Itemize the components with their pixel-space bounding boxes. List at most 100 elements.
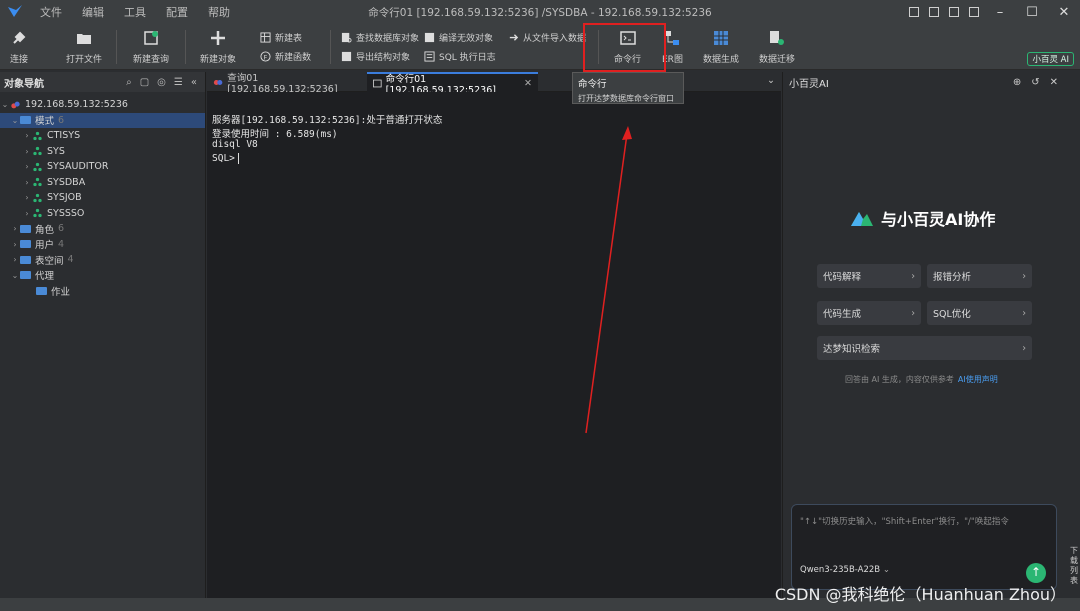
tree-node-schema-item[interactable]: › SYSJOB	[0, 190, 205, 206]
close-icon[interactable]: ✕	[1050, 77, 1058, 88]
console-line: 登录使用时间 : 6.589(ms)	[212, 128, 338, 140]
model-selector[interactable]: Qwen3-235B-A22B ⌄	[800, 565, 890, 575]
menu-edit[interactable]: 编辑	[82, 4, 104, 20]
tab-cmd[interactable]: 命令行01 [192.168.59.132:5236] ✕	[367, 72, 538, 96]
compile-invalid-button[interactable]: 编译无效对象	[424, 31, 493, 44]
tab-query[interactable]: 查询01 [192.168.59.132:5236]	[207, 72, 367, 95]
chevron-right-icon[interactable]: ›	[22, 147, 32, 156]
object-tree: ⌄ 192.168.59.132:5236 ⌄ 模式 6 › CTISYS › …	[0, 92, 205, 299]
new-query-button[interactable]: 新建查询	[133, 30, 169, 65]
download-list-tab[interactable]: 下载列表	[1069, 546, 1079, 586]
tree-node-schema-item[interactable]: › SYSDBA	[0, 175, 205, 191]
import-from-file-label: 从文件导入数据	[523, 34, 587, 44]
schema-item-label: SYSJOB	[47, 192, 82, 204]
chevron-right-icon[interactable]: ›	[10, 240, 20, 249]
tabs-overflow-icon[interactable]: ⌄	[767, 75, 775, 86]
ai-collab-label: 与小百灵AI协作	[881, 210, 996, 229]
toolbar: 连接 打开文件 新建查询 新建对象 新建表 F 新建函数 查找数据库对象 导出结…	[0, 24, 1080, 70]
compile-invalid-label: 编译无效对象	[439, 34, 494, 44]
ai-disclaimer: 回答由 AI 生成，内容仅供参考 AI使用声明	[845, 374, 998, 385]
find-db-object-button[interactable]: 查找数据库对象	[341, 31, 419, 44]
tree-node-server[interactable]: ⌄ 192.168.59.132:5236	[0, 97, 205, 113]
new-function-button[interactable]: F 新建函数	[260, 50, 311, 63]
ai-usage-link[interactable]: AI使用声明	[958, 375, 998, 384]
chevron-right-icon[interactable]: ›	[22, 162, 32, 171]
highlight-box	[583, 23, 666, 72]
tree-node-schema-item[interactable]: › SYS	[0, 144, 205, 160]
layout-toggle-icon[interactable]	[969, 7, 979, 17]
new-table-button[interactable]: 新建表	[260, 31, 302, 44]
tree-node-schema-item[interactable]: › SYSAUDITOR	[0, 159, 205, 175]
code-gen-button[interactable]: 代码生成 ›	[817, 301, 921, 325]
minimize-button[interactable]: –	[984, 5, 1016, 20]
chevron-right-icon[interactable]: ›	[10, 224, 20, 233]
console-prompt: SQL>	[212, 152, 235, 164]
tree-node-job[interactable]: 作业	[0, 283, 205, 299]
chevron-down-icon[interactable]: ⌄	[10, 271, 20, 280]
chevron-right-icon: ›	[1022, 342, 1026, 354]
layout-toggle-icon[interactable]	[909, 7, 919, 17]
menu-help[interactable]: 帮助	[208, 4, 230, 20]
folder-icon	[20, 224, 31, 233]
new-chat-icon[interactable]: ⊕	[1013, 77, 1021, 88]
text-cursor	[237, 152, 239, 164]
data-migration-label: 数据迁移	[759, 55, 796, 65]
maximize-button[interactable]: ☐	[1016, 5, 1048, 20]
history-icon[interactable]: ↺	[1031, 77, 1039, 88]
ai-panel-title: 小百灵AI	[789, 78, 829, 90]
menu-config[interactable]: 配置	[166, 4, 188, 20]
chevron-down-icon: ⌄	[882, 565, 890, 575]
knowledge-search-button[interactable]: 达梦知识检索 ›	[817, 336, 1032, 360]
chevron-down-icon[interactable]: ⌄	[0, 100, 10, 109]
chevron-right-icon[interactable]: ›	[22, 131, 32, 140]
server-label: 192.168.59.132:5236	[25, 99, 128, 111]
search-db-icon	[341, 32, 352, 43]
command-line-console[interactable]: 服务器[192.168.59.132:5236]:处于普通打开状态 登录使用时间…	[207, 92, 781, 598]
connect-button[interactable]: 连接	[10, 30, 28, 65]
tree-node-schema-item[interactable]: › CTISYS	[0, 128, 205, 144]
send-button[interactable]: ↑	[1026, 563, 1046, 583]
layout-toggle-icon[interactable]	[949, 7, 959, 17]
ai-assistant-badge[interactable]: 小百灵 AI	[1027, 52, 1074, 66]
menu-file[interactable]: 文件	[40, 4, 62, 20]
data-migration-button[interactable]: 数据迁移	[759, 30, 795, 65]
tree-node-users[interactable]: › 用户 4	[0, 237, 205, 253]
ai-badge-label: 小百灵 AI	[1032, 55, 1069, 65]
tree-node-agent[interactable]: ⌄ 代理	[0, 268, 205, 284]
close-button[interactable]: ✕	[1048, 5, 1080, 20]
sql-optimize-button[interactable]: SQL优化 ›	[927, 301, 1032, 325]
search-icon[interactable]: ⌕	[126, 77, 132, 88]
chevron-down-icon[interactable]: ⌄	[10, 116, 20, 125]
tree-node-tablespaces[interactable]: › 表空间 4	[0, 252, 205, 268]
data-gen-button[interactable]: 数据生成	[703, 30, 739, 65]
error-analysis-button[interactable]: 报错分析 ›	[927, 264, 1032, 288]
menu-bar: 文件 编辑 工具 配置 帮助	[30, 4, 240, 20]
tab-query-label: 查询01 [192.168.59.132:5236]	[227, 72, 338, 95]
collapse-panel-icon[interactable]: «	[191, 77, 197, 88]
open-file-button[interactable]: 打开文件	[66, 30, 102, 65]
chat-input-box[interactable]: "↑↓"切换历史输入，"Shift+Enter"换行，"/"唤起指令 Qwen3…	[791, 504, 1057, 590]
import-from-file-button[interactable]: 从文件导入数据	[508, 31, 586, 44]
console-line: disql V8	[212, 139, 258, 150]
chevron-right-icon[interactable]: ›	[22, 209, 32, 218]
sql-log-button[interactable]: SQL 执行日志	[424, 50, 496, 63]
code-explain-button[interactable]: 代码解释 ›	[817, 264, 921, 288]
filter-icon[interactable]: ◎	[157, 77, 166, 88]
menu-tools[interactable]: 工具	[124, 4, 146, 20]
tree-node-schema[interactable]: ⌄ 模式 6	[0, 112, 205, 128]
new-folder-icon[interactable]: ▢	[140, 77, 149, 88]
tree-node-roles[interactable]: › 角色 6	[0, 221, 205, 237]
export-structure-button[interactable]: 导出结构对象	[341, 50, 410, 63]
layout-toggle-icon[interactable]	[929, 7, 939, 17]
chevron-right-icon[interactable]: ›	[22, 193, 32, 202]
tree-node-schema-item[interactable]: › SYSSSO	[0, 206, 205, 222]
sort-icon[interactable]: ☰	[174, 77, 183, 88]
chevron-right-icon[interactable]: ›	[22, 178, 32, 187]
schema-count: 6	[58, 114, 65, 126]
folder-icon	[36, 286, 47, 295]
new-object-button[interactable]: 新建对象	[200, 30, 236, 65]
chevron-right-icon[interactable]: ›	[10, 255, 20, 264]
close-tab-icon[interactable]: ✕	[524, 78, 532, 89]
ai-panel-tools: ⊕ ↺ ✕	[1013, 77, 1058, 88]
folder-icon	[20, 116, 31, 125]
